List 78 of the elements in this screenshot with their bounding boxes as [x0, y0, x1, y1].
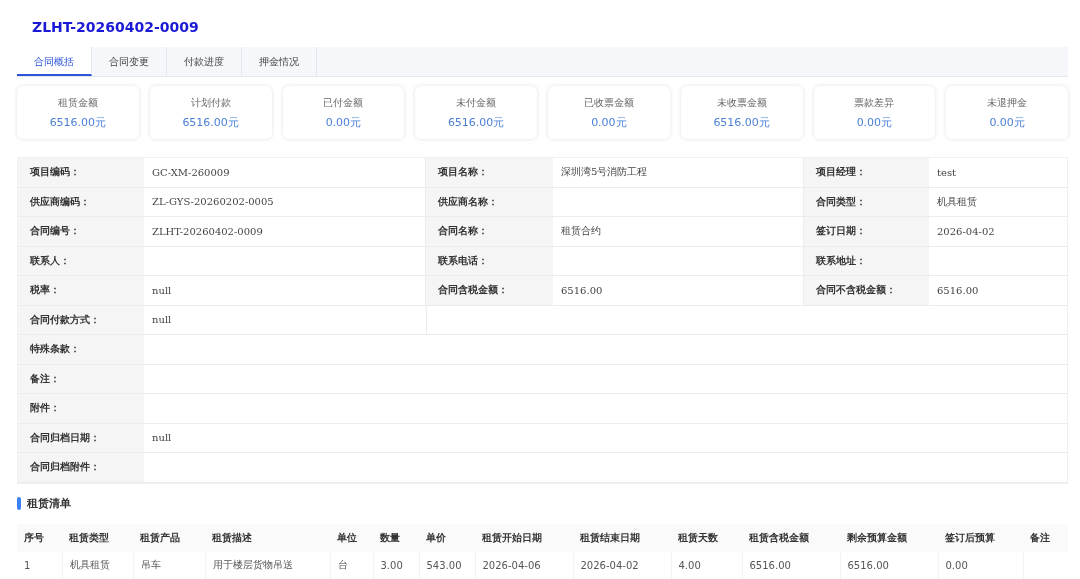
table-cell: 2026-04-06 [482, 559, 541, 571]
table-cell: 1 [24, 559, 31, 571]
table-cell: 用于楼层货物吊送 [212, 559, 293, 570]
field-label: 特殊条款： [18, 335, 144, 365]
column-header: 单价 [426, 531, 446, 543]
field-label: 项目编码： [18, 158, 144, 188]
table-cell: 0.00 [945, 559, 968, 571]
contract-number-title: ZLHT-20260402-0009 [31, 18, 200, 37]
column-header: 租赁结束日期 [580, 531, 640, 543]
field-value: ZLHT-20260402-0009 [144, 217, 426, 247]
column-header: 剩余预算金额 [847, 531, 907, 543]
field-label: 附件： [18, 394, 144, 424]
table-cell: 6516.00 [749, 559, 791, 571]
field-label: 税率： [18, 276, 144, 306]
column-header: 备注 [1030, 531, 1050, 543]
summary-value: 6516.00元 [182, 114, 239, 130]
summary-label: 计划付款 [190, 95, 231, 110]
summary-label: 租赁金额 [57, 95, 98, 110]
tab[interactable]: 合同概括 [17, 47, 92, 76]
field-value: 租赁合约 [553, 217, 804, 247]
field-label: 供应商名称： [426, 187, 553, 217]
field-label: 项目经理： [804, 158, 929, 188]
column-header: 签订后预算 [945, 531, 995, 543]
field-label: 合同含税金额： [426, 276, 553, 306]
table-cell: 4.00 [678, 559, 701, 571]
summary-label: 已付金额 [323, 95, 364, 110]
summary-value: 0.00元 [591, 114, 627, 130]
table-cell: 台 [337, 559, 348, 570]
section-accent-bar [17, 497, 21, 510]
field-label: 供应商编码： [18, 187, 144, 217]
column-header: 单位 [337, 531, 357, 543]
field-label: 联系地址： [804, 246, 929, 276]
field-label: 备注： [18, 364, 144, 394]
field-label: 合同名称： [426, 217, 553, 247]
column-header: 租赁开始日期 [482, 531, 542, 543]
field-value: GC-XM-260009 [144, 158, 426, 188]
table-cell: 2026-04-02 [580, 559, 639, 571]
summary-value: 0.00元 [989, 114, 1025, 130]
summary-label: 已收票金额 [583, 95, 634, 110]
summary-label: 票款差异 [854, 95, 895, 110]
table-cell: 机具租赁 [69, 559, 110, 570]
field-label: 项目名称： [426, 158, 553, 188]
field-label: 联系电话： [426, 246, 553, 276]
field-value: null [144, 276, 426, 306]
column-header: 租赁含税金额 [749, 531, 809, 543]
summary-label: 未付金额 [456, 95, 497, 110]
column-header: 租赁类型 [69, 531, 109, 543]
section-title: 租赁清单 [27, 496, 71, 511]
tab[interactable]: 合同变更 [92, 47, 167, 76]
table-cell: 吊车 [140, 559, 161, 570]
summary-label: 未退押金 [987, 95, 1028, 110]
field-label: 合同付款方式： [18, 305, 144, 335]
column-header: 数量 [380, 531, 400, 543]
column-header: 序号 [24, 531, 44, 543]
table-cell: 3.00 [380, 559, 403, 571]
field-value: ZL-GYS-20260202-0005 [144, 187, 426, 217]
field-value: 6516.00 [553, 276, 804, 306]
summary-value: 0.00元 [325, 114, 362, 130]
field-label: 联系人： [18, 246, 144, 276]
field-label: 签订日期： [804, 217, 929, 247]
summary-label: 未收票金额 [716, 95, 767, 110]
field-label: 合同归档日期： [18, 423, 144, 453]
field-label: 合同编号： [18, 217, 144, 247]
tab[interactable]: 押金情况 [242, 47, 317, 76]
tab[interactable]: 付款进度 [167, 47, 242, 76]
table-cell: 543.00 [426, 559, 462, 571]
field-label: 合同归档附件： [18, 453, 144, 483]
field-label: 合同类型： [804, 187, 929, 217]
summary-value: 0.00元 [856, 114, 893, 130]
summary-value: 6516.00元 [49, 114, 107, 130]
column-header: 租赁天数 [678, 531, 718, 543]
column-header: 租赁描述 [212, 531, 252, 543]
column-header: 租赁产品 [140, 531, 180, 543]
field-label: 合同不含税金额： [804, 276, 929, 306]
field-value: 深圳湾5号消防工程 [553, 158, 804, 188]
summary-value: 6516.00元 [713, 114, 770, 130]
table-cell: 6516.00 [847, 559, 889, 571]
summary-value: 6516.00元 [447, 114, 505, 130]
